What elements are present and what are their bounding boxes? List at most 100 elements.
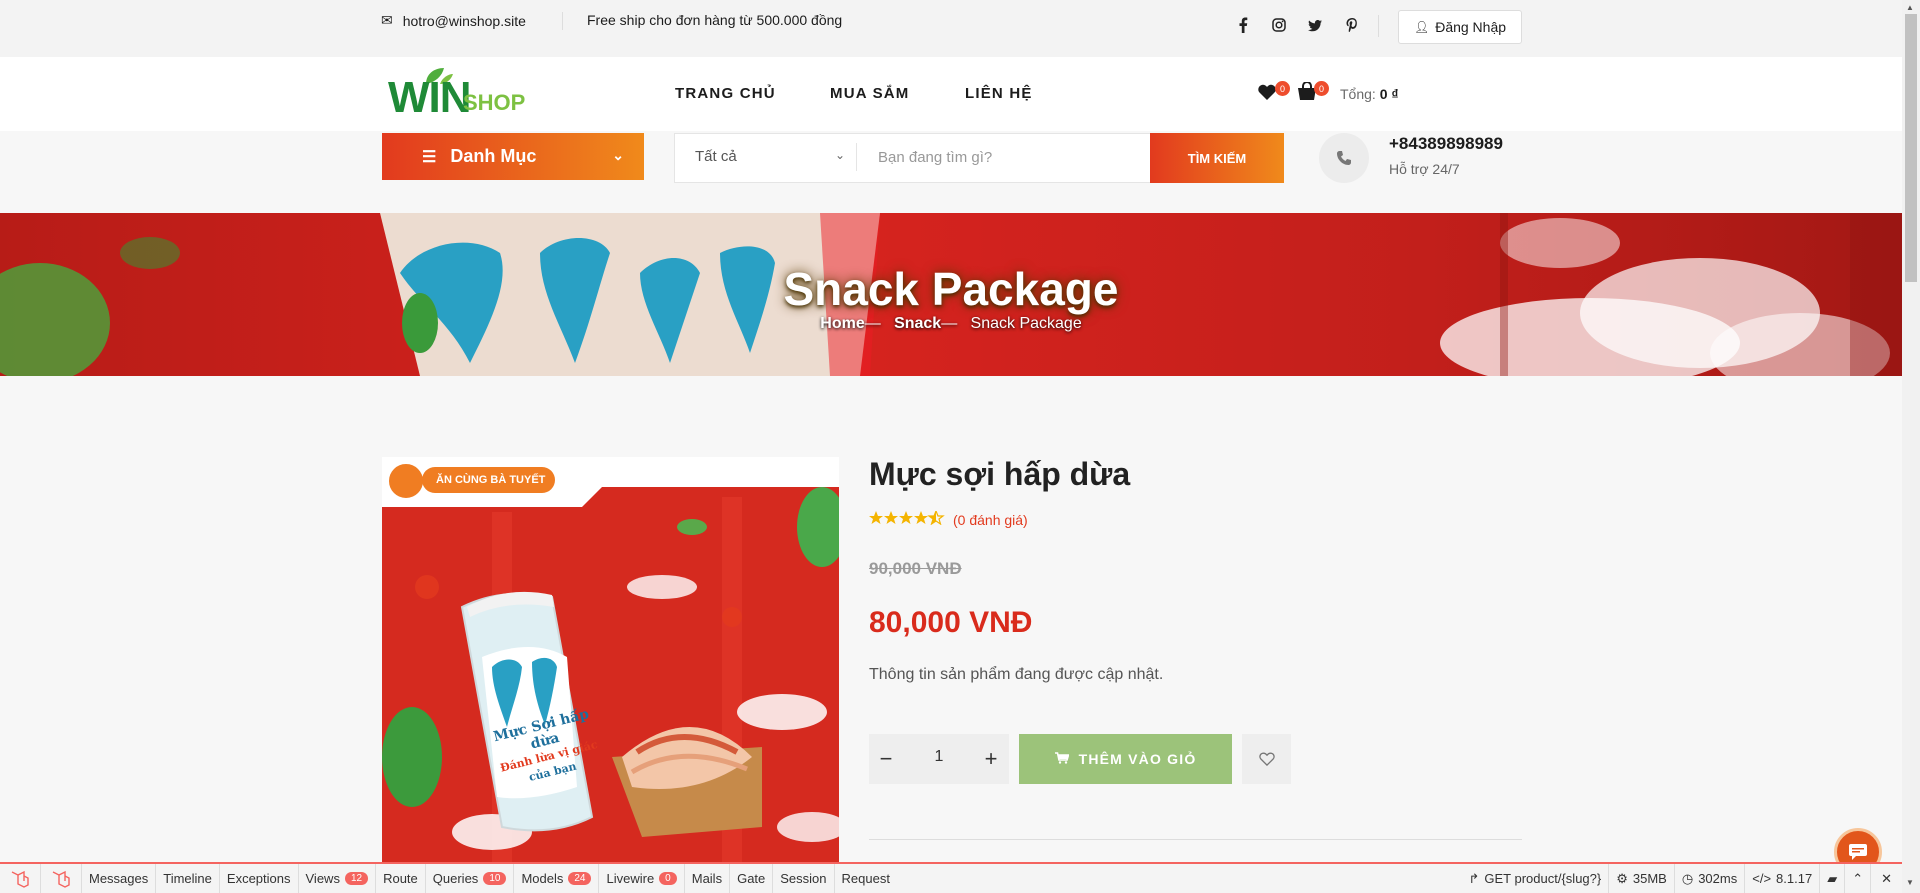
old-price: 90,000 VNĐ — [869, 559, 962, 578]
quantity-decrease-button[interactable]: − — [871, 744, 901, 774]
phone-number[interactable]: +84389898989 — [1389, 134, 1503, 154]
scrollbar-thumb[interactable] — [1905, 14, 1917, 282]
login-label: Đăng Nhập — [1435, 19, 1507, 35]
debug-tab-label: Models — [521, 871, 564, 886]
topbar-email[interactable]: ✉ hotro@winshop.site — [381, 12, 526, 29]
chevron-down-icon: ⌄ — [834, 148, 845, 162]
scroll-down-arrow-icon[interactable]: ▼ — [1906, 878, 1914, 887]
search-divider — [856, 143, 857, 171]
quantity-value[interactable]: 1 — [924, 748, 954, 766]
current-price: 80,000 VNĐ — [869, 606, 1033, 639]
page-title: Snack Package — [783, 263, 1119, 315]
email-text: hotro@winshop.site — [402, 12, 526, 29]
debug-tab-exceptions[interactable]: Exceptions — [220, 864, 299, 893]
product-title: Mực sợi hấp dừa — [869, 456, 1131, 492]
breadcrumb-separator: — — [941, 315, 971, 332]
cart-total: Tổng: 0 ₫ — [1340, 86, 1399, 102]
main-header — [0, 57, 1902, 131]
debug-tab-label: Timeline — [163, 871, 212, 886]
debug-tab-session[interactable]: Session — [773, 864, 835, 893]
debug-tab-label: Session — [780, 871, 827, 886]
debug-tab-messages[interactable]: Messages — [82, 864, 157, 893]
hamburger-icon: ☰ — [422, 148, 437, 166]
debug-tab-label: Livewire — [606, 871, 655, 886]
product-image[interactable]: ĂN CÙNG BÀ TUYẾT Mực Sợi hấp dừa Đánh lừ… — [382, 457, 839, 863]
debug-memory-text: 35MB — [1632, 871, 1667, 886]
nav-home[interactable]: TRANG CHỦ — [675, 85, 776, 102]
add-to-cart-button[interactable]: THÊM VÀO GIỎ — [1019, 734, 1232, 784]
quantity-increase-button[interactable]: + — [976, 744, 1006, 774]
debug-badge: 12 — [344, 872, 369, 885]
wishlist-badge: 0 — [1275, 81, 1290, 96]
chevron-down-icon: ⌄ — [612, 147, 624, 163]
brand-avatar-icon — [386, 461, 426, 501]
breadcrumb-home[interactable]: Home — [820, 315, 864, 332]
heart-icon — [1258, 752, 1275, 766]
debug-tab-gate[interactable]: Gate — [730, 864, 774, 893]
cart-icon — [1054, 751, 1070, 767]
topbar-divider — [562, 12, 563, 30]
product-rating: (0 đánh giá) — [869, 509, 1028, 528]
shipping-notice: Free ship cho đơn hàng từ 500.000 đồng — [587, 12, 843, 28]
phone-icon — [1319, 133, 1369, 183]
debug-time: ◷ 302ms — [1673, 864, 1744, 893]
debug-route[interactable]: ↱ GET product/{slug?} — [1461, 864, 1608, 893]
search-input[interactable] — [866, 138, 1146, 176]
category-menu-button[interactable]: ☰ Danh Mục ⌄ — [382, 133, 644, 180]
debug-php-version: </> 8.1.17 — [1744, 864, 1819, 893]
debug-tab-models[interactable]: Models 24 — [514, 864, 600, 893]
search-button[interactable]: TÌM KIẾM — [1150, 133, 1284, 183]
breadcrumb-current: Snack Package — [970, 315, 1082, 332]
chevron-up-icon[interactable]: ⌃ — [1844, 864, 1870, 893]
debug-tab-label: Queries — [432, 871, 479, 886]
login-button[interactable]: 👤︎ Đăng Nhập — [1398, 10, 1522, 44]
review-count[interactable]: (0 đánh giá) — [953, 512, 1028, 528]
site-logo[interactable]: WIN SHOP — [386, 64, 546, 120]
search-category-select[interactable]: Tất cả ⌄ — [695, 148, 845, 165]
total-value: 0 ₫ — [1379, 86, 1399, 102]
debug-tab-queries[interactable]: Queries 10 — [426, 864, 515, 893]
livewire-logo-icon[interactable] — [41, 864, 82, 893]
nav-contact[interactable]: LIÊN HỆ — [965, 85, 1033, 102]
debug-tab-route[interactable]: Route — [376, 864, 426, 893]
debug-memory: ⚙ 35MB — [1608, 864, 1674, 893]
add-to-wishlist-button[interactable] — [1242, 734, 1291, 784]
debug-badge: 10 — [483, 872, 507, 885]
debug-bar-right: ↱ GET product/{slug?} ⚙ 35MB ◷ 302ms </> 8.1… — [1461, 864, 1902, 893]
debug-tab-mails[interactable]: Mails — [685, 864, 731, 893]
cart-badge: 0 — [1314, 81, 1329, 96]
logo-win-text: WIN — [388, 73, 472, 122]
debug-tab-views[interactable]: Views 12 — [299, 864, 377, 893]
share-icon: ↱ — [1468, 870, 1480, 886]
total-label: Tổng: — [1340, 86, 1376, 102]
debug-php-text: 8.1.17 — [1776, 871, 1813, 886]
top-bar — [0, 0, 1902, 57]
pinterest-icon[interactable] — [1346, 18, 1358, 33]
instagram-icon[interactable] — [1272, 18, 1286, 32]
folder-open-icon[interactable]: ▰ — [1819, 864, 1844, 893]
twitter-icon[interactable] — [1308, 19, 1322, 32]
debug-route-text: GET product/{slug?} — [1484, 871, 1602, 886]
debug-tab-timeline[interactable]: Timeline — [156, 864, 220, 893]
add-to-cart-label: THÊM VÀO GIỎ — [1078, 751, 1197, 767]
wishlist-icon[interactable] — [1258, 84, 1276, 100]
clock-icon: ◷ — [1681, 870, 1694, 886]
debug-tab-label: Gate — [737, 871, 766, 886]
debug-tab-livewire[interactable]: Livewire 0 — [599, 864, 685, 893]
laravel-logo-icon[interactable] — [0, 864, 41, 893]
envelope-icon: ✉ — [381, 12, 393, 28]
debug-tab-label: Mails — [691, 871, 723, 886]
nav-shop[interactable]: MUA SẮM — [830, 85, 910, 102]
topbar-divider-2 — [1378, 15, 1379, 37]
product-description: Thông tin sản phẩm đang được cập nhật. — [869, 666, 1164, 683]
debug-bar: Messages Timeline Exceptions Views 12 Rou… — [0, 862, 1902, 893]
debug-badge: 24 — [568, 872, 592, 885]
close-icon[interactable]: ✕ — [1870, 864, 1902, 893]
debug-tab-request[interactable]: Request — [835, 864, 897, 893]
facebook-icon[interactable] — [1238, 17, 1250, 33]
user-icon: 👤︎ — [1413, 20, 1430, 34]
debug-tab-label: Route — [383, 871, 418, 886]
scroll-up-arrow-icon[interactable]: ▲ — [1906, 3, 1914, 12]
breadcrumb-snack[interactable]: Snack — [894, 315, 941, 332]
debug-tab-label: Request — [841, 871, 890, 886]
